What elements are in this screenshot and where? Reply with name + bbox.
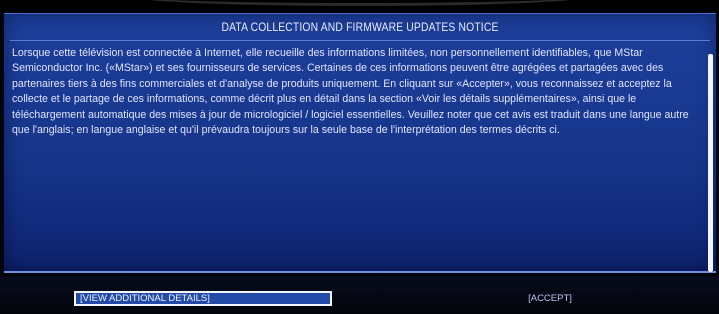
notice-dialog: DATA COLLECTION AND FIRMWARE UPDATES NOT… <box>4 13 716 273</box>
view-details-button[interactable]: [VIEW ADDITIONAL DETAILS] <box>74 291 332 306</box>
tv-screen: DATA COLLECTION AND FIRMWARE UPDATES NOT… <box>0 0 719 314</box>
dialog-title: DATA COLLECTION AND FIRMWARE UPDATES NOT… <box>221 20 499 34</box>
scrollbar[interactable] <box>708 54 713 272</box>
scrollbar-thumb[interactable] <box>708 54 713 272</box>
notice-body-text: Lorsque cette télévision est connectée à… <box>12 47 689 137</box>
accept-button[interactable]: [ACCEPT] <box>520 291 580 306</box>
button-bar: [VIEW ADDITIONAL DETAILS] [ACCEPT] <box>0 276 719 314</box>
screen-bezel <box>0 0 719 13</box>
title-divider <box>10 40 710 41</box>
bezel-arc <box>130 0 590 6</box>
